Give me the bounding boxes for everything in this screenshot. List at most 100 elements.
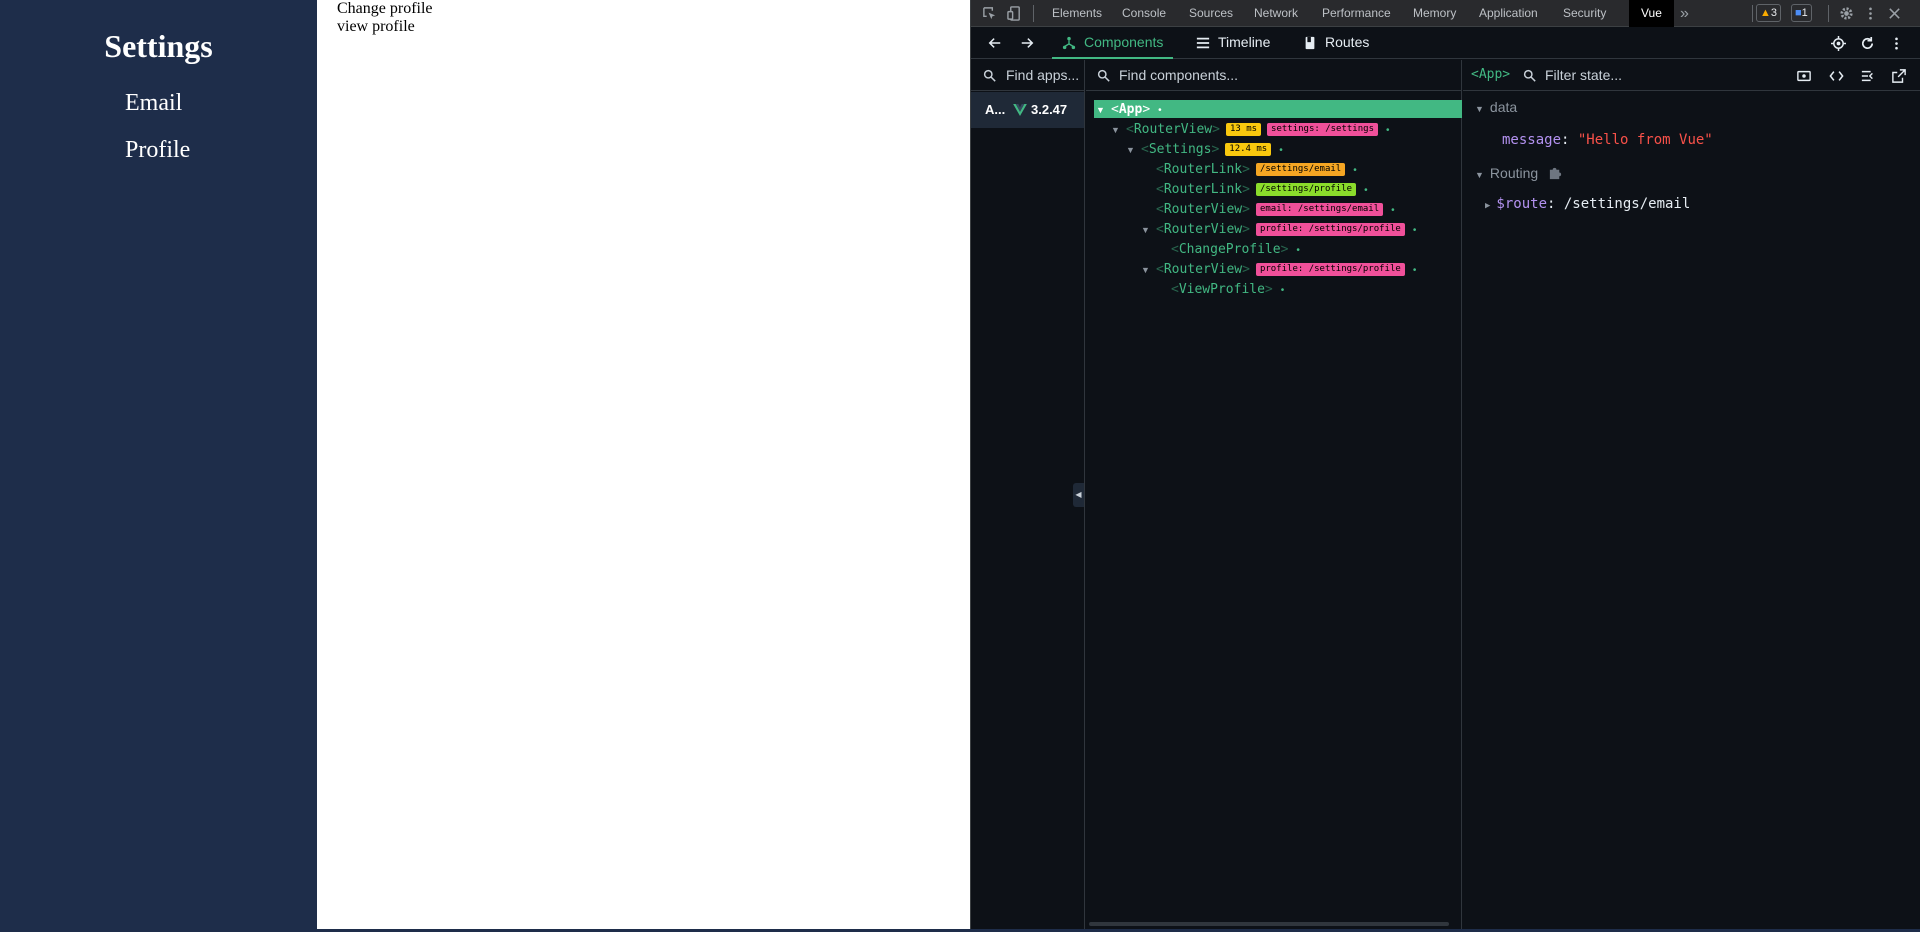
collapse-pane-handle[interactable]: ◀ bbox=[1073, 483, 1084, 507]
close-icon[interactable] bbox=[1887, 6, 1902, 21]
component-name: Settings bbox=[1148, 142, 1212, 157]
expand-triangle-icon[interactable]: ▼ bbox=[1096, 101, 1108, 119]
expand-triangle-icon[interactable]: ▼ bbox=[1126, 141, 1138, 159]
tree-node-routerlink[interactable]: <RouterLink>/settings/profile • bbox=[1141, 180, 1368, 198]
apps-pane: Find apps... A... 3.2.47 ◀ bbox=[971, 60, 1085, 929]
component-name: ChangeProfile bbox=[1178, 242, 1281, 257]
inspect-element-icon[interactable] bbox=[982, 6, 997, 21]
status-dot-icon: • bbox=[1280, 285, 1285, 296]
tab-memory[interactable]: Memory bbox=[1413, 0, 1456, 27]
tree-node-routerview[interactable]: ▼ <RouterView> profile: /settings/profile • bbox=[1141, 260, 1416, 278]
messages-badge[interactable]: ■1 bbox=[1791, 4, 1812, 22]
components-search-input[interactable]: Find components... bbox=[1119, 67, 1238, 83]
sidebar-title: Settings bbox=[104, 28, 213, 64]
tree-node-routerview[interactable]: ▼ <RouterView> profile: /settings/profile • bbox=[1141, 220, 1416, 238]
more-tabs-icon[interactable]: » bbox=[1680, 0, 1689, 27]
tab-application[interactable]: Application bbox=[1479, 0, 1538, 27]
tab-sources[interactable]: Sources bbox=[1189, 0, 1233, 27]
change-profile-text: Change profile bbox=[337, 0, 433, 17]
apps-search-input[interactable]: Find apps... bbox=[1006, 67, 1084, 83]
nav-link-profile[interactable]: Profile bbox=[125, 137, 190, 164]
horizontal-scrollbar[interactable] bbox=[1089, 922, 1449, 926]
puzzle-plugin-icon bbox=[1549, 167, 1562, 180]
component-tag: 12.4 ms bbox=[1225, 143, 1272, 156]
device-toolbar-icon[interactable] bbox=[1007, 6, 1022, 21]
tree-node-viewprofile[interactable]: <ViewProfile> • bbox=[1156, 280, 1284, 298]
state-field-route[interactable]: ▶ $route: /settings/email bbox=[1485, 196, 1690, 212]
state-value: /settings/email bbox=[1563, 196, 1691, 212]
message-icon: ■ bbox=[1795, 7, 1802, 19]
components-pane: Find components... ▼ <App> • ▼ <RouterView> 1… bbox=[1086, 60, 1462, 929]
nav-link-email[interactable]: Email bbox=[125, 90, 182, 117]
open-in-editor-icon[interactable] bbox=[1892, 69, 1906, 83]
tree-node-changeprofile[interactable]: <ChangeProfile> • bbox=[1156, 240, 1300, 258]
kebab-menu-icon[interactable] bbox=[1863, 6, 1878, 21]
component-tag: settings: /settings bbox=[1267, 123, 1378, 136]
state-value: "Hello from Vue" bbox=[1577, 132, 1713, 148]
status-dot-icon: • bbox=[1364, 185, 1368, 196]
tab-performance[interactable]: Performance bbox=[1322, 0, 1391, 27]
component-name: ViewProfile bbox=[1178, 282, 1265, 297]
warning-icon: ▲ bbox=[1760, 7, 1771, 19]
app-version: 3.2.47 bbox=[1031, 102, 1068, 117]
state-field-message[interactable]: message: "Hello from Vue" bbox=[1502, 132, 1713, 148]
app-sidebar: Settings Email Profile bbox=[0, 0, 317, 929]
tab-network[interactable]: Network bbox=[1254, 0, 1298, 27]
tree-node-routerlink[interactable]: <RouterLink>/settings/email • bbox=[1141, 160, 1357, 178]
component-tag: /settings/profile bbox=[1255, 183, 1357, 196]
status-dot-icon: • bbox=[1353, 165, 1357, 176]
app-list-item[interactable]: A... 3.2.47 bbox=[971, 92, 1084, 128]
app-content: Change profile view profile bbox=[337, 0, 433, 36]
tab-vue[interactable]: Vue bbox=[1629, 0, 1674, 27]
status-dot-icon: • bbox=[1391, 205, 1395, 216]
app-page: Settings Email Profile Change profile vi… bbox=[0, 0, 970, 929]
component-tag: 13 ms bbox=[1225, 123, 1262, 136]
status-dot-icon: • bbox=[1412, 225, 1417, 236]
tree-node-routerview[interactable]: ▼ <RouterView> 13 ms settings: /settings • bbox=[1111, 120, 1390, 138]
component-name: RouterView bbox=[1163, 222, 1243, 237]
component-tag: profile: /settings/profile bbox=[1255, 263, 1405, 276]
state-inspector-pane: <App> Filter state... ▼ data message: "He… bbox=[1463, 60, 1920, 929]
refresh-icon[interactable] bbox=[1860, 36, 1875, 51]
back-arrow-icon[interactable] bbox=[988, 36, 1002, 50]
tab-timeline[interactable]: Timeline bbox=[1196, 28, 1270, 59]
devtools-tabbar: Elements Console Sources Network Perform… bbox=[971, 0, 1920, 27]
tree-node-routerview[interactable]: <RouterView> email: /settings/email • bbox=[1141, 200, 1395, 218]
render-code-icon[interactable] bbox=[1861, 69, 1875, 83]
routing-section-header[interactable]: ▼ Routing bbox=[1475, 165, 1563, 181]
tab-security[interactable]: Security bbox=[1563, 0, 1606, 27]
component-tree-icon bbox=[1062, 37, 1076, 50]
scroll-to-component-icon[interactable] bbox=[1797, 69, 1811, 83]
tree-node-app[interactable]: ▼ <App> • bbox=[1094, 100, 1462, 118]
state-filter-input[interactable]: Filter state... bbox=[1545, 67, 1622, 83]
tab-console[interactable]: Console bbox=[1122, 0, 1166, 27]
tab-elements[interactable]: Elements bbox=[1052, 0, 1102, 27]
tab-routes[interactable]: Routes bbox=[1303, 28, 1369, 59]
search-icon bbox=[1097, 69, 1110, 82]
expand-triangle-icon: ▼ bbox=[1475, 170, 1484, 180]
vue-toolbar: Components Timeline Routes bbox=[971, 28, 1920, 59]
code-icon[interactable] bbox=[1829, 69, 1844, 83]
component-tag: /settings/email bbox=[1255, 163, 1346, 176]
warnings-badge[interactable]: ▲3 bbox=[1756, 4, 1782, 22]
toolbar-divider bbox=[1033, 5, 1034, 22]
kebab-menu-icon[interactable] bbox=[1889, 36, 1904, 51]
status-dot-icon: • bbox=[1385, 125, 1390, 136]
gear-icon[interactable] bbox=[1839, 6, 1854, 21]
component-name: RouterView bbox=[1163, 202, 1243, 217]
data-section-header[interactable]: ▼ data bbox=[1475, 99, 1517, 115]
component-tag: email: /settings/email bbox=[1255, 203, 1384, 216]
tab-components[interactable]: Components bbox=[1052, 28, 1174, 59]
target-select-icon[interactable] bbox=[1831, 36, 1846, 51]
apps-search-row[interactable]: Find apps... bbox=[971, 60, 1084, 91]
expand-triangle-icon[interactable]: ▼ bbox=[1141, 221, 1153, 239]
timeline-icon bbox=[1196, 38, 1210, 49]
tree-node-settings[interactable]: ▼ <Settings> 12.4 ms • bbox=[1126, 140, 1283, 158]
selected-component-name: <App> bbox=[1471, 67, 1511, 82]
components-search-row[interactable]: Find components... bbox=[1086, 60, 1461, 91]
status-dot-icon: • bbox=[1296, 245, 1300, 256]
forward-arrow-icon[interactable] bbox=[1020, 36, 1034, 50]
expand-triangle-icon[interactable]: ▼ bbox=[1141, 261, 1153, 279]
expand-triangle-icon[interactable]: ▼ bbox=[1111, 121, 1123, 139]
toolbar-divider bbox=[1828, 5, 1829, 22]
